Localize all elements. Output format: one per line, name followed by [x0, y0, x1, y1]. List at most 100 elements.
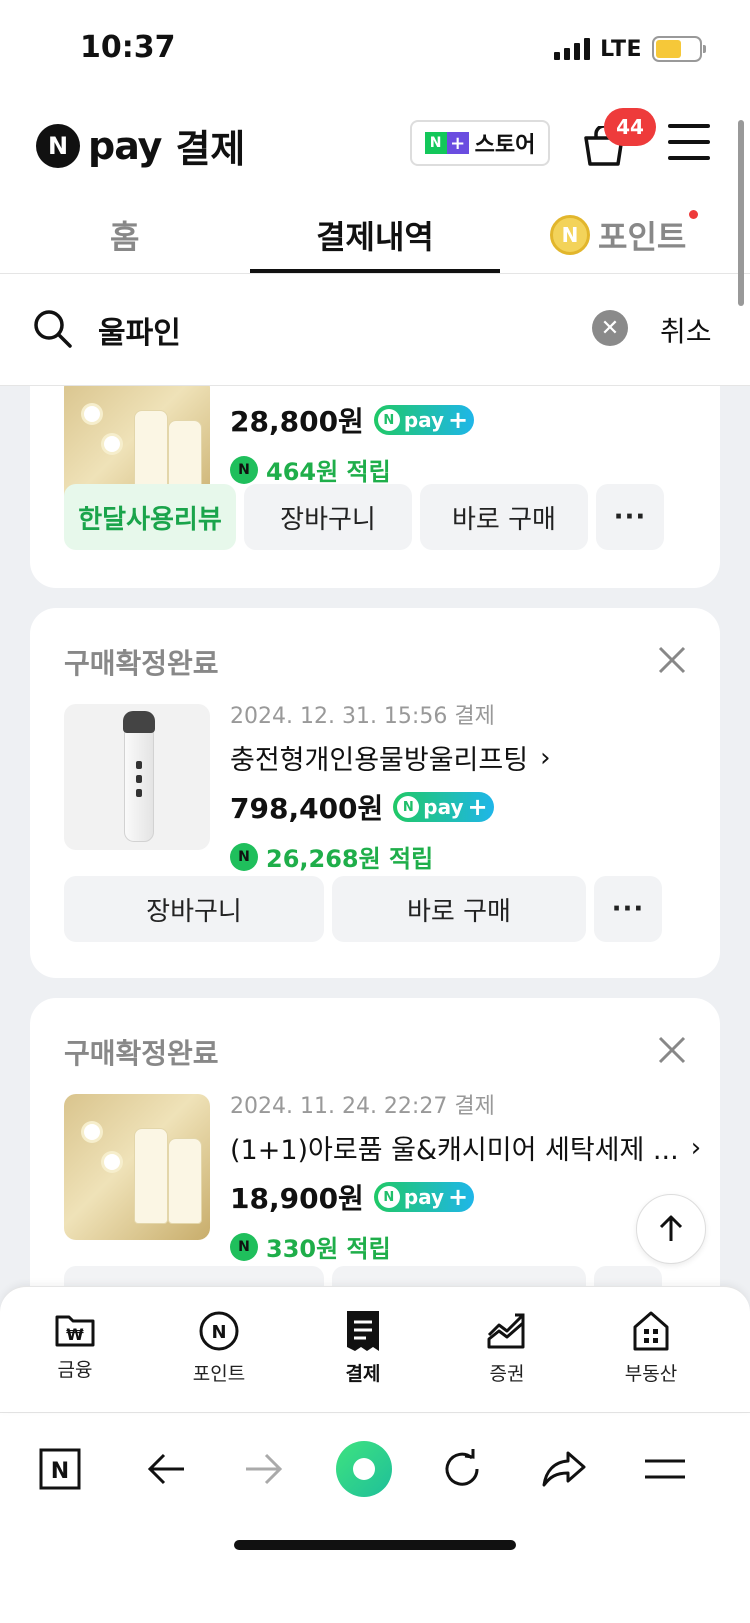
green-dot-icon: [336, 1441, 392, 1497]
order-info: 28,800원 Npay + N 464원 적립: [230, 390, 475, 487]
point-coin-icon: N: [230, 842, 258, 871]
order-date: 2024. 12. 31. 15:56 결제: [230, 704, 495, 729]
nav-stocks[interactable]: 증권: [452, 1309, 562, 1386]
order-price: 798,400원: [230, 792, 384, 825]
product-thumbnail[interactable]: [64, 704, 210, 850]
scrollbar[interactable]: [738, 120, 744, 306]
buy-now-button[interactable]: 바로 구매: [332, 876, 586, 942]
signal-icon: [554, 38, 591, 60]
naver-home-button[interactable]: N: [32, 1441, 88, 1497]
main-tabs: 홈 결제내역 N 포인트: [0, 194, 750, 274]
order-card: 구매확정완료 2024. 12. 31. 15:56 결제 충전형개인용물방울리…: [30, 608, 720, 978]
buy-now-button[interactable]: 바로 구매: [420, 484, 588, 550]
search-bar: 울파인 ✕ 취소: [0, 274, 750, 386]
svg-text:₩: ₩: [66, 1325, 84, 1344]
order-price: 18,900원: [230, 1182, 364, 1215]
point-coin-icon: N: [199, 1311, 239, 1351]
order-card: 구매확정완료 2024. 11. 24. 22:27 결제 (1+1)아로품 울…: [30, 998, 720, 1330]
brand-text: pay: [88, 123, 162, 168]
order-reward: 26,268원 적립: [266, 845, 434, 873]
tab-points[interactable]: N 포인트: [550, 210, 699, 258]
cart-count-badge: 44: [604, 108, 656, 146]
bottom-nav: ₩ 금융 N 포인트 결제 증권 부동산: [0, 1286, 750, 1412]
browser-menu-button[interactable]: [640, 1441, 690, 1497]
status-time: 10:37: [80, 30, 176, 65]
npay-plus-badge: Npay +: [373, 405, 475, 435]
status-icons: LTE: [554, 36, 706, 62]
close-icon[interactable]: [656, 1034, 688, 1066]
product-name-link[interactable]: (1+1)아로품 울&캐시미어 세탁세제 ... ›: [230, 1128, 701, 1167]
network-label: LTE: [600, 36, 642, 62]
order-info: 2024. 11. 24. 22:27 결제 (1+1)아로품 울&캐시미어 세…: [230, 1088, 701, 1264]
order-info: 2024. 12. 31. 15:56 결제 충전형개인용물방울리프팅 › 79…: [230, 698, 551, 874]
order-status: 구매확정완료: [64, 1037, 219, 1070]
share-icon: [542, 1451, 586, 1487]
naver-n-icon: N: [36, 123, 80, 168]
order-status: 구매확정완료: [64, 647, 219, 680]
product-thumbnail[interactable]: [64, 1094, 210, 1240]
cart-button[interactable]: 44: [582, 108, 656, 174]
order-reward: 330원 적립: [266, 1235, 391, 1263]
svg-text:N: N: [211, 1322, 226, 1343]
npay-plus-badge: Npay +: [373, 1182, 475, 1212]
more-options-button[interactable]: ···: [594, 876, 662, 942]
share-button[interactable]: [536, 1441, 592, 1497]
npay-logo[interactable]: N pay 결제: [36, 118, 245, 173]
browser-toolbar: N: [0, 1412, 750, 1623]
nav-real-estate[interactable]: 부동산: [596, 1309, 706, 1386]
point-coin-icon: N: [230, 1232, 258, 1261]
cancel-search-button[interactable]: 취소: [660, 310, 712, 350]
refresh-button[interactable]: [434, 1441, 490, 1497]
tab-payment-history[interactable]: 결제내역: [250, 212, 500, 258]
arrow-left-icon: [147, 1453, 184, 1485]
point-coin-icon: N: [230, 455, 258, 484]
status-bar: 10:37 LTE: [0, 0, 750, 96]
order-card: 28,800원 Npay + N 464원 적립 한달사용리뷰 장바구니 바로 구…: [30, 386, 720, 588]
product-name-link[interactable]: 충전형개인용물방울리프팅 ›: [230, 738, 551, 777]
arrow-right-icon: [246, 1453, 283, 1485]
chevron-right-icon: ›: [540, 742, 551, 773]
store-label: 스토어: [474, 133, 536, 158]
order-reward: 464원 적립: [266, 458, 391, 486]
npay-plus-badge: Npay +: [393, 792, 494, 822]
order-actions: 한달사용리뷰 장바구니 바로 구매 ···: [64, 484, 686, 550]
stock-chart-icon: [487, 1313, 525, 1349]
order-price: 28,800원: [230, 405, 364, 438]
back-button[interactable]: [138, 1441, 194, 1497]
order-actions: 장바구니 바로 구매 ···: [64, 876, 686, 942]
wallet-icon: ₩: [55, 1315, 95, 1347]
order-list[interactable]: 28,800원 Npay + N 464원 적립 한달사용리뷰 장바구니 바로 구…: [0, 386, 750, 1330]
arrow-up-icon: [659, 1215, 683, 1241]
add-to-cart-button[interactable]: 장바구니: [244, 484, 412, 550]
page-title: 결제: [175, 127, 246, 171]
home-indicator: [234, 1540, 516, 1550]
tab-home[interactable]: 홈: [110, 212, 139, 258]
monthly-review-button[interactable]: 한달사용리뷰: [64, 484, 236, 550]
hamburger-menu-icon[interactable]: [668, 124, 710, 160]
app-header: N pay 결제 N + 스토어 44: [0, 96, 750, 194]
refresh-icon: [445, 1449, 479, 1486]
clear-search-icon[interactable]: ✕: [592, 310, 628, 346]
plus-icon: +: [446, 132, 469, 154]
nav-finance[interactable]: ₩ 금융: [20, 1309, 130, 1382]
search-icon: [34, 310, 72, 348]
nav-payment[interactable]: 결제: [308, 1309, 418, 1386]
naver-green-dot-button[interactable]: [334, 1439, 394, 1499]
battery-icon: [652, 36, 706, 62]
forward-button[interactable]: [236, 1441, 292, 1497]
naver-n-icon: N: [424, 132, 447, 154]
menu-icon: [645, 1459, 685, 1479]
receipt-icon: [347, 1311, 379, 1351]
svg-text:N: N: [51, 1459, 69, 1484]
naver-n-icon: N: [39, 1448, 81, 1490]
close-icon[interactable]: [656, 644, 688, 676]
active-tab-indicator: [250, 269, 500, 273]
scroll-to-top-button[interactable]: [636, 1194, 706, 1264]
naver-plus-store-button[interactable]: N + 스토어: [410, 120, 550, 166]
chevron-right-icon: ›: [690, 1132, 702, 1163]
nav-points[interactable]: N 포인트: [164, 1309, 274, 1386]
tab-points-label: 포인트: [598, 218, 687, 256]
more-options-button[interactable]: ···: [596, 484, 664, 550]
search-input[interactable]: 울파인: [98, 308, 181, 352]
add-to-cart-button[interactable]: 장바구니: [64, 876, 324, 942]
